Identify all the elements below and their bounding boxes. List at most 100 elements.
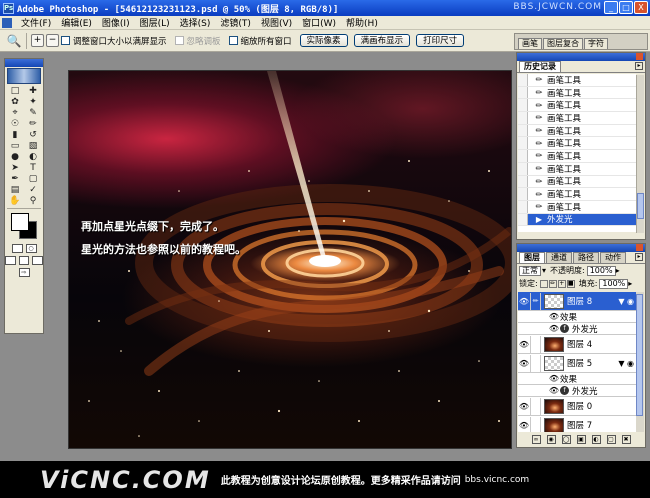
lock-all-icon[interactable]: ■: [566, 279, 575, 288]
history-item[interactable]: ✏ 画笔工具: [518, 86, 636, 100]
snapshot-box[interactable]: [518, 200, 528, 213]
marquee-tool-icon[interactable]: □: [6, 86, 24, 97]
close-icon[interactable]: [636, 244, 643, 251]
dodge-tool-icon[interactable]: ◐: [24, 152, 42, 163]
zoom-tool-icon[interactable]: ⚲: [24, 196, 42, 207]
menu-image[interactable]: 图像(I): [97, 16, 135, 29]
link-icon[interactable]: [530, 397, 541, 415]
effects-icon[interactable]: ▼ ◉: [618, 297, 634, 306]
brush-link-icon[interactable]: ✏: [530, 292, 541, 310]
eraser-tool-icon[interactable]: ▭: [6, 141, 24, 152]
eye-icon[interactable]: 👁: [518, 340, 530, 349]
lock-position-icon[interactable]: +: [557, 279, 566, 288]
new-adjustment-layer-icon[interactable]: ◐: [591, 435, 601, 444]
history-item[interactable]: ✏ 画笔工具: [518, 74, 636, 87]
link-icon[interactable]: [530, 416, 541, 432]
link-layers-icon[interactable]: ∞: [531, 435, 541, 444]
checkbox-box[interactable]: [61, 36, 70, 45]
blend-mode-select[interactable]: 正常: [519, 265, 541, 276]
history-palette-titlebar[interactable]: [517, 53, 645, 61]
new-layer-icon[interactable]: ▢: [606, 435, 616, 444]
path-selection-icon[interactable]: ➤: [6, 163, 24, 174]
palette-well-tab-brushes[interactable]: 画笔: [518, 38, 542, 49]
eye-icon[interactable]: 👁: [548, 312, 560, 321]
move-tool-icon[interactable]: ✚: [24, 86, 42, 97]
menu-view[interactable]: 视图(V): [256, 16, 297, 29]
footer-site-link[interactable]: bbs.vicnc.com: [465, 475, 530, 485]
foreground-color-swatch[interactable]: [11, 213, 29, 231]
snapshot-box[interactable]: [518, 86, 528, 99]
snapshot-box[interactable]: [518, 124, 528, 137]
jump-to-imageready-icon[interactable]: ⇨: [18, 268, 30, 277]
history-item-selected[interactable]: ▶ 外发光: [518, 213, 636, 227]
fit-on-screen-button[interactable]: 满画布显示: [353, 34, 411, 47]
snapshot-box[interactable]: [518, 213, 528, 226]
scrollbar-thumb[interactable]: [636, 294, 643, 416]
actual-pixels-button[interactable]: 实际像素: [299, 34, 348, 47]
healing-brush-icon[interactable]: ☉: [6, 119, 24, 130]
menu-filter[interactable]: 滤镜(T): [215, 16, 256, 29]
layer-effects-row[interactable]: 👁 效果: [518, 373, 637, 385]
notes-tool-icon[interactable]: ▤: [6, 185, 24, 196]
link-icon[interactable]: [530, 335, 541, 353]
link-icon[interactable]: [530, 354, 541, 372]
full-screen-menu-icon[interactable]: [18, 256, 30, 265]
history-item[interactable]: ✏ 画笔工具: [518, 137, 636, 151]
crop-tool-icon[interactable]: ⌖: [6, 108, 24, 119]
history-item[interactable]: ✏ 画笔工具: [518, 124, 636, 138]
layer-row[interactable]: 👁 图层 5 ▼ ◉: [518, 354, 637, 373]
palette-menu-icon[interactable]: ▸: [635, 62, 643, 70]
palette-well-tab-character[interactable]: 字符: [584, 38, 608, 49]
toolbox-titlebar[interactable]: [5, 59, 43, 67]
history-item[interactable]: ✏ 画笔工具: [518, 112, 636, 125]
menu-window[interactable]: 窗口(W): [297, 16, 341, 29]
resize-window-checkbox[interactable]: 调整窗口大小以满屏显示: [61, 35, 167, 47]
pen-tool-icon[interactable]: ✒: [6, 174, 24, 185]
close-icon[interactable]: [636, 53, 643, 60]
snapshot-box[interactable]: [518, 150, 528, 162]
tab-actions[interactable]: 动作: [600, 252, 626, 263]
slice-tool-icon[interactable]: ✎: [24, 108, 42, 119]
scrollbar-thumb[interactable]: [637, 193, 644, 219]
checkbox-box[interactable]: [228, 36, 238, 45]
snapshot-box[interactable]: [518, 112, 528, 124]
quick-mask-mode-icon[interactable]: ○: [25, 244, 37, 253]
layers-scrollbar[interactable]: [636, 292, 644, 432]
minimize-button[interactable]: _: [604, 1, 618, 14]
history-item[interactable]: ✏ 画笔工具: [518, 162, 636, 176]
palette-well-tab-layer-comps[interactable]: 图层复合: [543, 38, 583, 49]
eye-icon[interactable]: 👁: [518, 421, 530, 430]
full-screen-icon[interactable]: [32, 256, 44, 265]
eye-icon[interactable]: 👁: [518, 402, 530, 411]
snapshot-box[interactable]: [518, 175, 528, 188]
eye-icon[interactable]: 👁: [518, 359, 530, 368]
type-tool-icon[interactable]: T: [24, 163, 42, 174]
chevron-down-icon[interactable]: ▾: [542, 266, 546, 275]
zoom-tool-icon[interactable]: 🔍: [6, 33, 22, 49]
lock-image-icon[interactable]: ✏: [548, 279, 557, 288]
layers-palette-titlebar[interactable]: [517, 244, 645, 252]
add-layer-style-icon[interactable]: ◉: [546, 435, 556, 444]
zoom-in-button[interactable]: +: [31, 34, 44, 47]
layer-row[interactable]: 👁 图层 4: [518, 335, 637, 354]
chevron-right-icon[interactable]: ▸: [628, 279, 632, 288]
photoshop-feather-logo[interactable]: [7, 68, 41, 84]
brush-tool-icon[interactable]: ✏: [24, 119, 42, 130]
history-item[interactable]: ✏ 画笔工具: [518, 188, 636, 201]
lasso-tool-icon[interactable]: ✿: [6, 97, 24, 108]
magic-wand-tool-icon[interactable]: ✦: [24, 97, 42, 108]
restore-button[interactable]: □: [619, 1, 633, 14]
zoom-out-button[interactable]: −: [46, 34, 59, 47]
delete-layer-icon[interactable]: ✖: [621, 435, 631, 444]
history-scrollbar[interactable]: [636, 75, 644, 233]
eye-icon[interactable]: 👁: [548, 324, 560, 333]
menu-select[interactable]: 选择(S): [175, 16, 216, 29]
menu-layer[interactable]: 图层(L): [135, 16, 175, 29]
clone-stamp-icon[interactable]: ▮: [6, 130, 24, 141]
chevron-right-icon[interactable]: ▸: [616, 266, 620, 275]
new-group-icon[interactable]: ▣: [576, 435, 586, 444]
layer-row-selected[interactable]: 👁 ✏ 图层 8 ▼ ◉: [518, 292, 637, 311]
hand-tool-icon[interactable]: ✋: [6, 196, 24, 207]
shape-tool-icon[interactable]: ▢: [24, 174, 42, 185]
eye-icon[interactable]: 👁: [518, 297, 530, 306]
